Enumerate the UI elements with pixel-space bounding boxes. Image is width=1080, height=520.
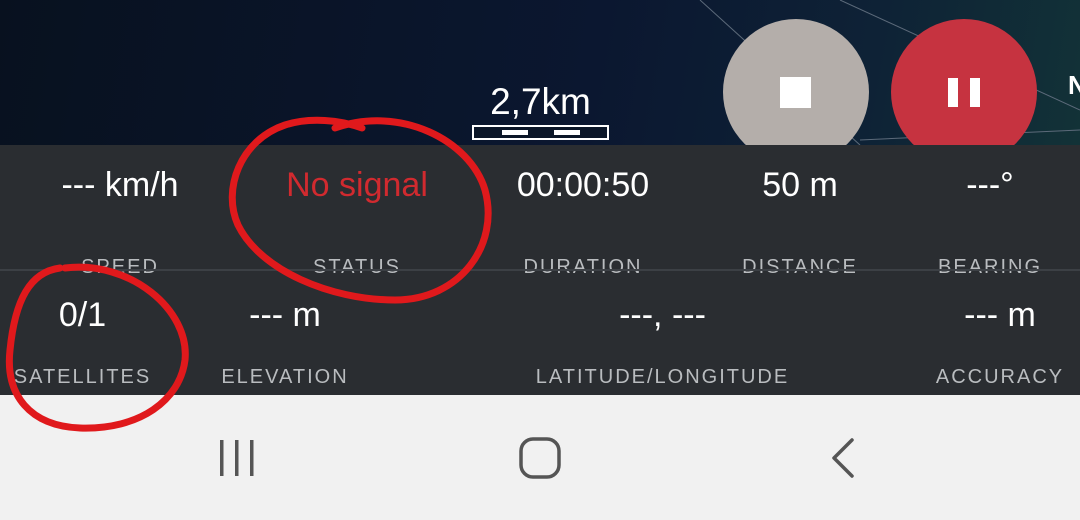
recents-icon <box>220 440 254 476</box>
stat-accuracy: --- m ACCURACY <box>920 295 1080 395</box>
stat-value: ---, --- <box>619 296 706 334</box>
stat-label: DISTANCE <box>742 256 858 278</box>
stat-value: 00:00:50 <box>516 166 650 204</box>
recents-button[interactable] <box>198 430 278 490</box>
map-scale-bar <box>472 125 609 140</box>
stats-panel: --- km/h SPEED No signal STATUS 00:00:50… <box>0 145 1080 395</box>
stat-duration: 00:00:50 DURATION <box>478 165 688 278</box>
scale-segment <box>554 130 580 135</box>
stat-satellites: 0/1 SATELLITES <box>0 295 165 395</box>
stat-bearing: ---° BEARING <box>900 165 1080 278</box>
map-scale: 2,7km <box>472 82 609 142</box>
scale-segment <box>502 130 528 135</box>
stop-icon <box>780 77 811 108</box>
back-icon <box>832 438 854 478</box>
stat-label: ACCURACY <box>935 366 1065 388</box>
pause-icon <box>970 78 980 107</box>
home-icon <box>519 437 561 479</box>
stat-value: 0/1 <box>58 296 107 334</box>
pause-recording-button[interactable] <box>891 19 1037 165</box>
stat-value: --- m <box>964 296 1036 334</box>
stat-distance: 50 m DISTANCE <box>700 165 900 278</box>
stat-latitude-longitude: ---, --- LATITUDE/LONGITUDE <box>500 295 825 395</box>
stat-label: ELEVATION <box>221 366 349 388</box>
stat-value: 50 m <box>762 166 838 204</box>
stat-value: ---° <box>966 166 1014 204</box>
home-button[interactable] <box>500 430 580 490</box>
stop-recording-button[interactable] <box>723 19 869 165</box>
stat-label: BEARING <box>937 256 1043 278</box>
stat-label: DURATION <box>523 256 643 278</box>
stat-value: No signal <box>286 166 428 204</box>
stat-status: No signal STATUS <box>247 165 467 278</box>
map-scale-label: 2,7km <box>490 81 591 122</box>
stat-label: SATELLITES <box>13 366 152 388</box>
stat-value: --- km/h <box>61 166 179 204</box>
stat-speed: --- km/h SPEED <box>20 165 220 278</box>
pause-icon <box>948 78 958 107</box>
stat-label: LATITUDE/LONGITUDE <box>535 366 790 388</box>
row-divider <box>0 269 1080 271</box>
stat-elevation: --- m ELEVATION <box>190 295 380 395</box>
stat-label: SPEED <box>81 256 159 278</box>
stat-label: STATUS <box>313 256 401 278</box>
system-navigation-bar <box>0 395 1080 520</box>
back-button[interactable] <box>803 430 883 490</box>
compass-north-label: N <box>1068 70 1080 100</box>
stat-value: --- m <box>249 296 321 334</box>
